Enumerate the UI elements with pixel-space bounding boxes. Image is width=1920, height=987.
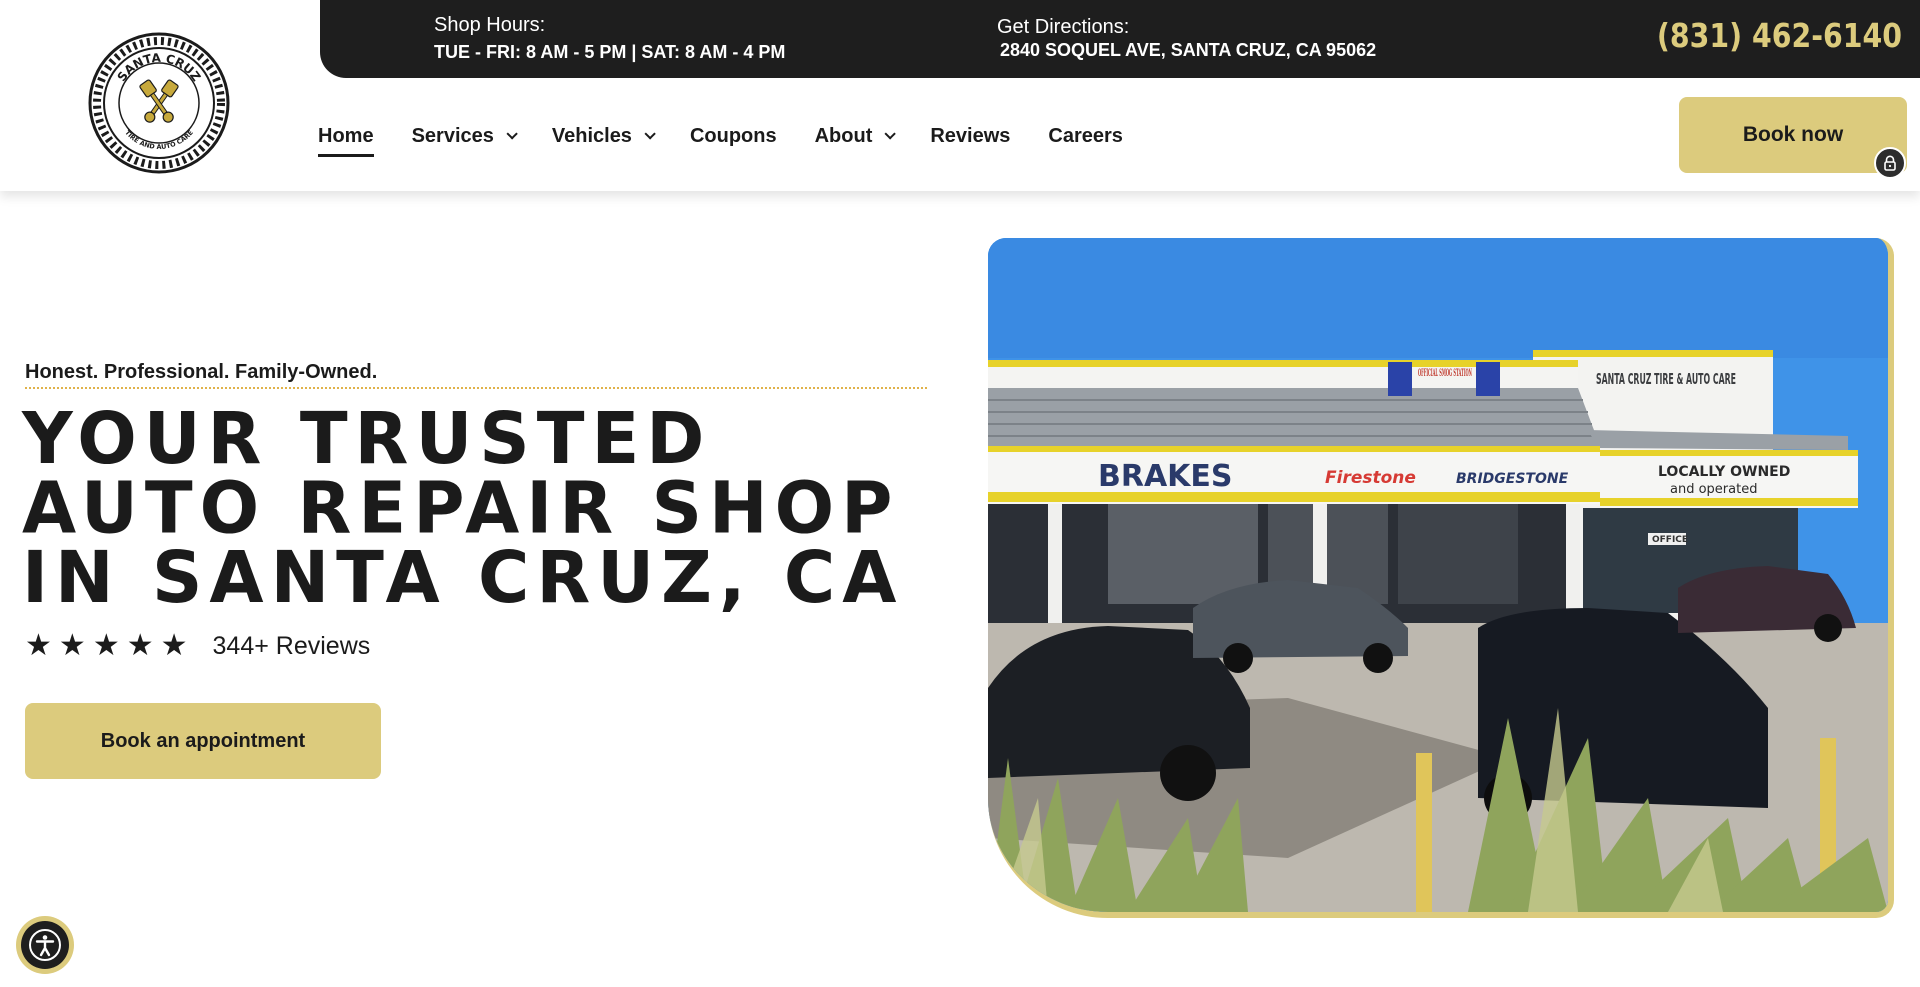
directions-address-link[interactable]: 2840 SOQUEL AVE, SANTA CRUZ, CA 95062 (1000, 40, 1376, 61)
top-info-bar: Shop Hours: TUE - FRI: 8 AM - 5 PM | SAT… (320, 0, 1920, 78)
shop-hours-label: Shop Hours: (434, 14, 546, 36)
star-rating: ★ ★ ★ ★ ★ (25, 630, 195, 662)
nav-item-reviews[interactable]: Reviews (930, 125, 1010, 148)
logo-badge-icon: SANTA CRUZ TIRE AND AUTO CARE (88, 32, 230, 174)
sign-shop-name: SANTA CRUZ TIRE & AUTO CARE (1596, 370, 1736, 388)
book-now-button[interactable]: Book now (1679, 97, 1907, 173)
nav-item-label: Services (411, 124, 494, 147)
sign-bridgestone: BRIDGESTONE (1456, 471, 1569, 487)
star-icon: ★ (126, 629, 154, 662)
shop-hours-value: TUE - FRI: 8 AM - 5 PM | SAT: 8 AM - 4 P… (434, 42, 786, 62)
sign-office: OFFICE (1652, 535, 1688, 545)
page: SANTA CRUZ TIRE AND AUTO CARE Shop Hours… (0, 0, 1920, 987)
nav-item-label: Coupons (689, 124, 777, 147)
nav-item-services[interactable]: Services (411, 124, 518, 148)
site-header: SANTA CRUZ TIRE AND AUTO CARE Shop Hours… (0, 0, 1920, 191)
nav-item-careers[interactable]: Careers (1048, 125, 1123, 148)
hero-headline: YOUR TRUSTED AUTO REPAIR SHOP IN SANTA C… (22, 396, 904, 620)
site-logo[interactable]: SANTA CRUZ TIRE AND AUTO CARE (88, 32, 230, 174)
nav-item-label: Careers (1048, 124, 1123, 147)
nav-item-label: Reviews (930, 124, 1011, 147)
accessibility-icon (21, 921, 69, 969)
nav-item-vehicles[interactable]: Vehicles (551, 124, 656, 148)
shop-storefront-image: BRAKES Firestone BRIDGESTONE OFFICIAL SM… (988, 238, 1894, 918)
nav-item-about[interactable]: About (814, 124, 897, 148)
book-appointment-button[interactable]: Book an appointment (25, 703, 381, 779)
rating-summary[interactable]: ★ ★ ★ ★ ★ 344+ Reviews (25, 630, 370, 662)
accessibility-widget-button[interactable] (16, 916, 74, 974)
star-icon: ★ (160, 629, 188, 662)
main-nav: Home Services Vehicles Coupons About Rev… (318, 120, 1161, 157)
star-icon: ★ (58, 629, 86, 662)
phone-number-link[interactable]: (831) 462-6140 (1657, 16, 1902, 55)
nav-item-home[interactable]: Home (318, 124, 374, 157)
dotted-divider (25, 387, 927, 389)
sign-smog: OFFICIAL SMOG STATION (1418, 368, 1472, 379)
lock-icon (1874, 147, 1906, 179)
storefront-illustration: BRAKES Firestone BRIDGESTONE OFFICIAL SM… (988, 238, 1888, 912)
chevron-down-icon (506, 128, 518, 140)
star-icon: ★ (25, 629, 52, 662)
nav-item-label: Home (318, 124, 374, 147)
nav-item-label: About (814, 124, 873, 147)
sign-and-operated: and operated (1670, 482, 1757, 497)
reviews-count: 344+ Reviews (212, 631, 371, 660)
chevron-down-icon (644, 128, 656, 140)
nav-item-label: Vehicles (551, 124, 632, 147)
directions-label: Get Directions: (997, 16, 1130, 38)
sign-locally-owned: LOCALLY OWNED (1658, 464, 1790, 480)
star-icon: ★ (92, 629, 120, 662)
sign-firestone: Firestone (1325, 468, 1416, 488)
hero-tagline: Honest. Professional. Family-Owned. (25, 361, 378, 383)
chevron-down-icon (884, 128, 897, 140)
nav-item-coupons[interactable]: Coupons (690, 125, 777, 148)
sign-brakes: BRAKES (1098, 459, 1233, 494)
